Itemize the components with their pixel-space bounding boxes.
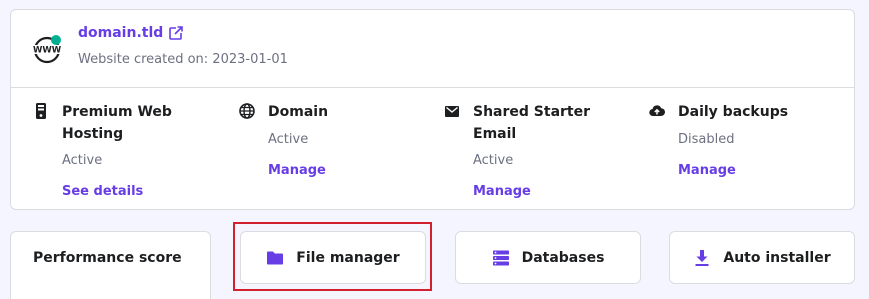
external-link-icon[interactable] xyxy=(169,26,184,40)
databases-label[interactable]: Databases xyxy=(522,250,605,266)
www-icon-text: WWW xyxy=(33,46,62,56)
service-title: Domain xyxy=(268,104,329,120)
service-title: Premium Web Hosting xyxy=(62,104,172,142)
auto-installer-button[interactable]: Auto installer xyxy=(669,231,855,284)
server-icon xyxy=(36,103,46,119)
cloud-upload-icon xyxy=(649,105,665,117)
download-icon xyxy=(695,249,709,266)
service-status: Active xyxy=(268,132,309,147)
website-card: WWW domain.tld Website created on: 2023-… xyxy=(10,9,855,210)
database-icon xyxy=(492,250,509,265)
domain-manage-link[interactable]: Manage xyxy=(268,163,326,178)
email-manage-link[interactable]: Manage xyxy=(473,184,531,199)
file-manager-button[interactable]: File manager xyxy=(240,231,426,284)
domain-name[interactable]: domain.tld xyxy=(78,25,163,41)
performance-score-card: Performance score xyxy=(10,231,211,299)
service-title: Shared Starter Email xyxy=(473,104,591,142)
email-icon xyxy=(445,106,459,117)
www-icon: WWW xyxy=(33,35,62,64)
service-status: Disabled xyxy=(678,132,735,147)
file-manager-label[interactable]: File manager xyxy=(296,250,399,266)
website-created-date: Website created on: 2023-01-01 xyxy=(78,52,288,67)
performance-score-label: Performance score xyxy=(33,250,182,266)
service-status: Active xyxy=(62,153,103,168)
globe-icon xyxy=(239,103,255,119)
see-details-link[interactable]: See details xyxy=(62,184,143,199)
domain-link[interactable]: domain.tld xyxy=(78,25,184,41)
folder-icon xyxy=(267,251,284,264)
service-title: Daily backups xyxy=(678,104,789,120)
databases-button[interactable]: Databases xyxy=(455,231,641,284)
backups-manage-link[interactable]: Manage xyxy=(678,163,736,178)
auto-installer-label[interactable]: Auto installer xyxy=(723,250,830,266)
service-status: Active xyxy=(473,153,514,168)
website-header: WWW domain.tld Website created on: 2023-… xyxy=(11,10,854,88)
